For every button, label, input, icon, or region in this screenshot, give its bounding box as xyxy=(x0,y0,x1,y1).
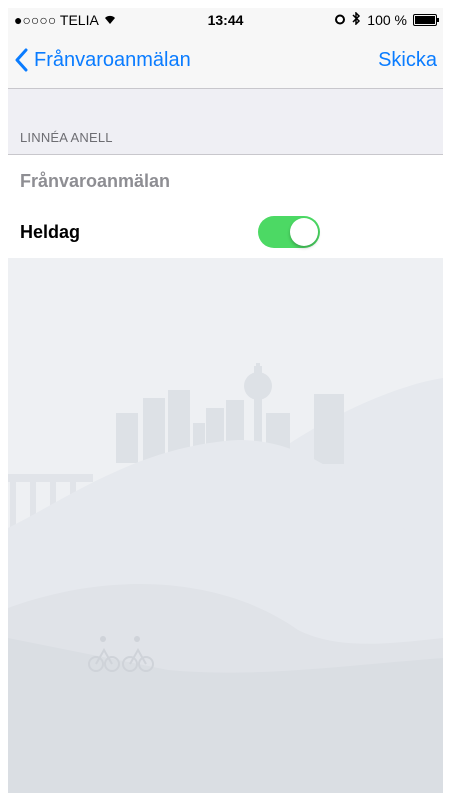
allday-row: Heldag xyxy=(8,206,443,259)
bluetooth-icon xyxy=(352,11,361,28)
send-button[interactable]: Skicka xyxy=(378,32,437,88)
city-background-illustration xyxy=(8,258,443,793)
reason-field[interactable]: Frånvaroanmälan xyxy=(8,154,443,207)
navigation-bar: Frånvaroanmälan Skicka xyxy=(8,32,443,89)
alarm-icon xyxy=(334,12,346,28)
battery-icon xyxy=(413,14,439,26)
battery-level xyxy=(415,16,435,24)
status-bar: ●○○○○ TELIA 13:44 100 % xyxy=(8,8,443,32)
battery-percent: 100 % xyxy=(367,12,407,28)
back-button[interactable]: Frånvaroanmälan xyxy=(14,32,191,88)
allday-label: Heldag xyxy=(20,222,81,242)
reason-placeholder: Frånvaroanmälan xyxy=(20,171,171,191)
back-button-label: Frånvaroanmälan xyxy=(34,48,191,71)
allday-toggle[interactable] xyxy=(258,216,320,248)
app-screen: ●○○○○ TELIA 13:44 100 % Frånvaroanmälan … xyxy=(8,8,443,793)
toggle-knob xyxy=(290,218,318,246)
chevron-left-icon xyxy=(15,48,28,72)
section-header: LINNÉA ANELL xyxy=(20,130,113,145)
